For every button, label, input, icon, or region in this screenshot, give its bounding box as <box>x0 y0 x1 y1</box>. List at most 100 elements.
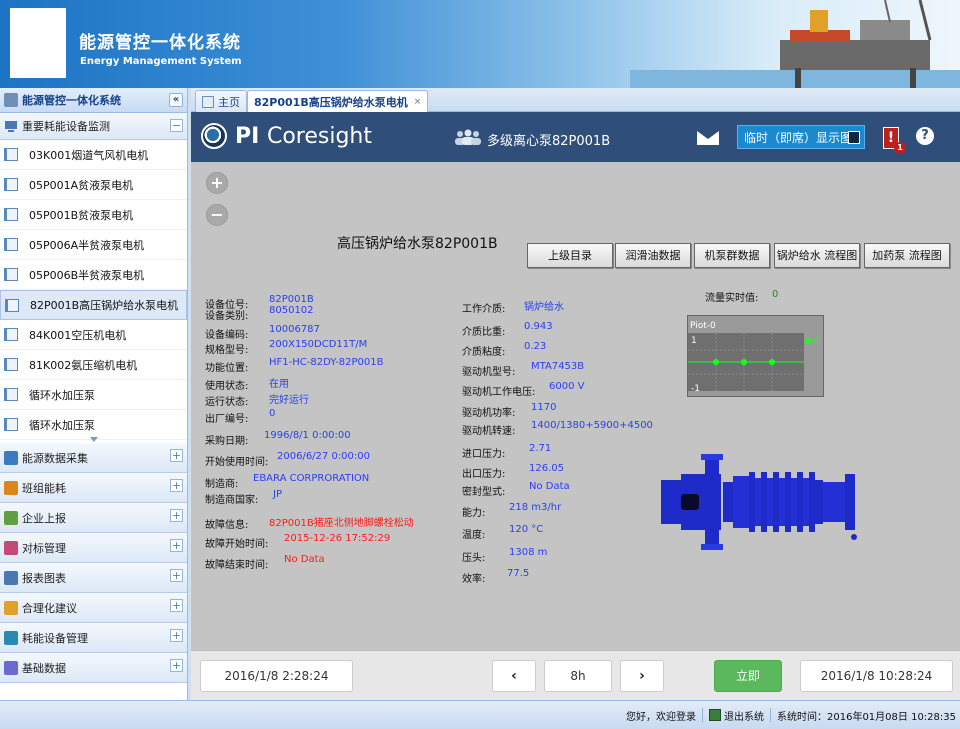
field-value: No Data <box>284 554 325 565</box>
welcome-text: 您好，欢迎登录 <box>626 711 696 723</box>
field-label: 制造商国家: <box>205 495 259 506</box>
expand-section-icon[interactable]: + <box>170 539 183 552</box>
list-item-label: 05P001A贫液泵电机 <box>29 178 134 192</box>
display-title: 多级离心泵82P001B <box>487 134 611 149</box>
equipment-list: 03K001烟道气风机电机 05P001A贫液泵电机 05P001B贫液泵电机 05P… <box>0 140 187 443</box>
equipment-title: 高压锅炉给水泵82P001B <box>337 236 498 252</box>
nav-section[interactable]: 班组能耗 + <box>0 473 187 503</box>
nav-section[interactable]: 合理化建议 + <box>0 593 187 623</box>
list-item[interactable]: 05P006B半贫液泵电机 <box>0 260 187 290</box>
field-value: 8050102 <box>269 305 314 316</box>
field-value: 82P001B <box>269 294 314 305</box>
param-label: 进口压力: <box>462 449 506 460</box>
app-icon <box>4 93 18 107</box>
list-item-label: 05P006A半贫液泵电机 <box>29 238 145 252</box>
list-item[interactable]: 81K002氨压缩机电机 <box>0 350 187 380</box>
dosing-pump-flowchart-button[interactable]: 加药泵 流程图 <box>864 243 950 268</box>
field-value: 82P001B猪座北侧地脚螺栓松动 <box>269 518 414 529</box>
section-icon <box>4 630 18 645</box>
pump-group-data-button[interactable]: 机泵群数据 <box>694 243 770 268</box>
collapse-section-icon[interactable]: − <box>170 119 183 132</box>
field-value: 在用 <box>269 379 289 390</box>
nav-section[interactable]: 耗能设备管理 + <box>0 623 187 653</box>
boiler-feed-flowchart-button[interactable]: 锅炉给水 流程图 <box>774 243 860 268</box>
nav-section[interactable]: 报表图表 + <box>0 563 187 593</box>
alert-count-badge: 1 <box>894 142 906 154</box>
nav-section[interactable]: 基础数据 + <box>0 653 187 683</box>
param-label: 温度: <box>462 530 486 541</box>
document-icon <box>4 358 18 371</box>
param-value: 126.05 <box>529 463 564 474</box>
lube-oil-data-button[interactable]: 润滑油数据 <box>615 243 691 268</box>
param-label: 介质比重: <box>462 327 506 338</box>
expand-section-icon[interactable]: + <box>170 449 183 462</box>
tab-label: 82P001B高压锅炉给水泵电机 <box>254 95 408 109</box>
logout-link[interactable]: 退出系统 <box>724 708 764 723</box>
section-icon <box>4 600 18 615</box>
param-value: 1400/1380+5900+4500 <box>531 420 653 431</box>
nav-section[interactable]: 企业上报 + <box>0 503 187 533</box>
tab-equipment[interactable]: 82P001B高压锅炉给水泵电机 × <box>247 90 429 112</box>
section-icon <box>4 540 18 555</box>
nav-section[interactable]: 能源数据采集 + <box>0 443 187 473</box>
tab-home[interactable]: 主页 <box>195 90 247 112</box>
trend-chart: Piot-0 1 -1 0 <box>688 321 819 394</box>
list-item-label: 81K002氨压缩机电机 <box>29 358 138 372</box>
list-item[interactable]: 03K001烟道气风机电机 <box>0 140 187 170</box>
list-item[interactable]: 05P001A贫液泵电机 <box>0 170 187 200</box>
pi-coresight-view: PI Coresight 多级离心泵82P001B 临时（即席）显示图 ! 1 ?… <box>191 112 960 700</box>
exit-icon[interactable] <box>709 709 721 721</box>
list-item[interactable]: 循环水加压泵 <box>0 410 187 440</box>
mail-icon[interactable] <box>697 131 719 145</box>
tab-label: 主页 <box>218 95 240 109</box>
expand-section-icon[interactable]: + <box>170 569 183 582</box>
now-button[interactable]: 立即 <box>714 660 782 692</box>
field-label: 功能位置: <box>205 363 249 374</box>
company-logo <box>10 8 66 78</box>
previous-period-button[interactable]: ‹ <box>492 660 536 692</box>
param-value: 0.23 <box>524 341 547 352</box>
parent-directory-button[interactable]: 上级目录 <box>527 243 613 268</box>
adhoc-display-button[interactable]: 临时（即席）显示图 <box>737 125 865 149</box>
expand-section-icon[interactable]: + <box>170 629 183 642</box>
section-important-equipment[interactable]: 重要耗能设备监测 − <box>0 113 187 140</box>
list-item-label: 84K001空压机电机 <box>29 328 127 342</box>
field-label: 设备编码: <box>205 330 249 341</box>
nav-section[interactable]: 对标管理 + <box>0 533 187 563</box>
nav-panel-header: 能源管控一体化系统 « <box>0 88 187 113</box>
list-item[interactable]: 84K001空压机电机 <box>0 320 187 350</box>
param-value: MTA7453B <box>531 361 585 372</box>
list-item-label: 82P001B高压锅炉给水泵电机 <box>30 299 179 312</box>
list-item[interactable]: 05P006A半贫液泵电机 <box>0 230 187 260</box>
zoom-in-button[interactable]: + <box>206 172 228 194</box>
field-value: 200X150DCD11T/M <box>269 339 368 350</box>
field-label: 故障结束时间: <box>205 560 269 571</box>
list-item[interactable]: 82P001B高压锅炉给水泵电机 <box>0 290 187 320</box>
trend-plot[interactable]: Piot-0 1 -1 0 <box>687 315 824 397</box>
field-label: 使用状态: <box>205 381 249 392</box>
param-label: 能力: <box>462 508 486 519</box>
help-icon[interactable]: ? <box>916 127 934 145</box>
expand-section-icon[interactable]: + <box>170 479 183 492</box>
field-value: 完好运行 <box>269 395 309 406</box>
oil-platform-illustration <box>630 0 960 88</box>
expand-section-icon[interactable]: + <box>170 659 183 672</box>
field-label: 设备类别: <box>205 311 249 322</box>
list-item[interactable]: 循环水加压泵 <box>0 380 187 410</box>
expand-section-icon[interactable]: + <box>170 509 183 522</box>
param-label: 工作介质: <box>462 304 506 315</box>
field-label: 开始使用时间: <box>205 457 269 468</box>
list-item[interactable]: 05P001B贫液泵电机 <box>0 200 187 230</box>
end-time-field[interactable]: 2016/1/8 10:28:24 <box>800 660 953 692</box>
duration-field[interactable]: 8h <box>544 660 612 692</box>
alert-icon[interactable]: ! 1 <box>883 127 906 154</box>
section-label: 能源数据采集 <box>22 451 88 465</box>
collapse-panel-button[interactable]: « <box>169 93 183 107</box>
close-icon[interactable]: × <box>414 97 422 107</box>
start-time-field[interactable]: 2016/1/8 2:28:24 <box>200 660 353 692</box>
list-item-label: 05P006B半贫液泵电机 <box>29 268 145 282</box>
zoom-out-button[interactable]: − <box>206 204 228 226</box>
expand-section-icon[interactable]: + <box>170 599 183 612</box>
param-value: No Data <box>529 481 570 492</box>
next-period-button[interactable]: › <box>620 660 664 692</box>
